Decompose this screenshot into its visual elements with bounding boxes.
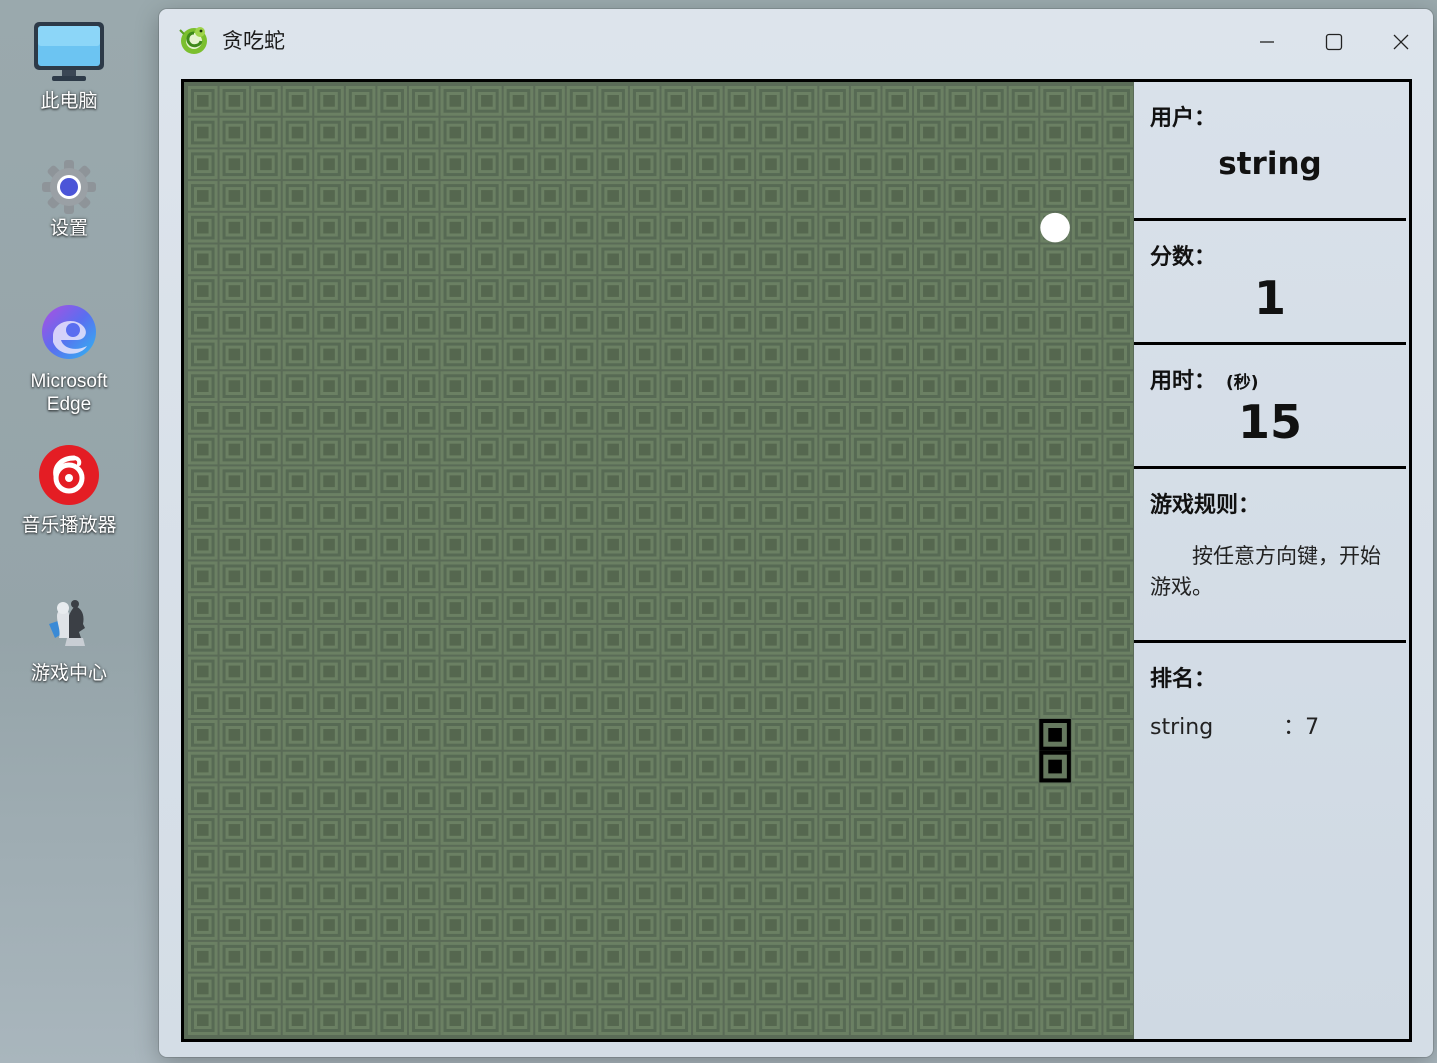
desktop-icon-music-player[interactable]: 音乐播放器	[10, 444, 128, 537]
game-center-icon	[37, 592, 101, 656]
desktop-icon-label: 音乐播放器	[21, 515, 117, 536]
minimize-button[interactable]	[1244, 19, 1290, 65]
desktop-icon-label: 此电脑	[40, 91, 98, 112]
rules-section: 游戏规则： 按任意方向键，开始游戏。	[1134, 469, 1406, 643]
gear-icon	[37, 155, 101, 219]
desktop-icon-edge[interactable]: Microsoft Edge	[10, 300, 128, 416]
score-section: 分数： 1	[1134, 221, 1406, 345]
rules-text: 按任意方向键，开始游戏。	[1150, 544, 1381, 599]
board-grid	[184, 82, 1137, 1039]
score-value: 1	[1253, 271, 1286, 325]
close-button[interactable]	[1378, 19, 1424, 65]
user-section: 用户： string	[1134, 82, 1406, 221]
rank-label: 排名：	[1150, 667, 1217, 692]
user-label: 用户：	[1150, 106, 1217, 131]
food-dot	[1040, 212, 1070, 243]
minimize-icon	[1260, 41, 1274, 43]
desktop-icon-this-pc[interactable]: 此电脑	[10, 20, 128, 113]
time-value: 15	[1237, 395, 1302, 449]
edge-icon	[37, 300, 101, 364]
desktop-icon-label: Microsoft Edge	[30, 371, 108, 415]
desktop-icon-label: 游戏中心	[30, 663, 107, 684]
rank-row: string ：7	[1150, 709, 1319, 741]
music-player-icon	[37, 444, 101, 508]
time-label-row: 用时： (秒)	[1150, 363, 1259, 395]
maximize-button[interactable]	[1311, 19, 1357, 65]
time-label: 用时：	[1150, 369, 1217, 394]
snake-app-icon	[178, 24, 210, 56]
snake-game-window: 贪吃蛇 用户： string 分数： 1 用时： (秒) 15 游戏规则： 按任意	[159, 9, 1433, 1057]
title-bar[interactable]: 贪吃蛇	[159, 9, 1433, 71]
rules-label: 游戏规则：	[1150, 493, 1261, 518]
rank-name: string	[1150, 715, 1214, 740]
info-panel: 用户： string 分数： 1 用时： (秒) 15 游戏规则： 按任意方向键，…	[1134, 79, 1412, 1042]
window-title: 贪吃蛇	[222, 29, 285, 53]
desktop-icon-label: 设置	[49, 218, 88, 239]
rank-sep: ：	[1283, 715, 1306, 740]
game-board[interactable]	[181, 79, 1140, 1042]
desktop-icon-game-center[interactable]: 游戏中心	[10, 592, 128, 685]
desktop-icon-settings[interactable]: 设置	[10, 155, 128, 240]
snake-segment	[1039, 750, 1071, 783]
monitor-icon	[34, 20, 104, 84]
time-section: 用时： (秒) 15	[1134, 345, 1406, 469]
ranking-section: 排名： string ：7	[1134, 643, 1406, 1036]
time-unit: (秒)	[1226, 373, 1259, 393]
board-tiles	[184, 82, 1137, 1039]
snake-head	[1039, 719, 1071, 751]
user-value: string	[1218, 146, 1322, 182]
maximize-icon	[1325, 33, 1343, 51]
close-icon	[1393, 34, 1409, 50]
rank-score: 7	[1305, 715, 1320, 740]
score-label: 分数：	[1150, 245, 1217, 270]
